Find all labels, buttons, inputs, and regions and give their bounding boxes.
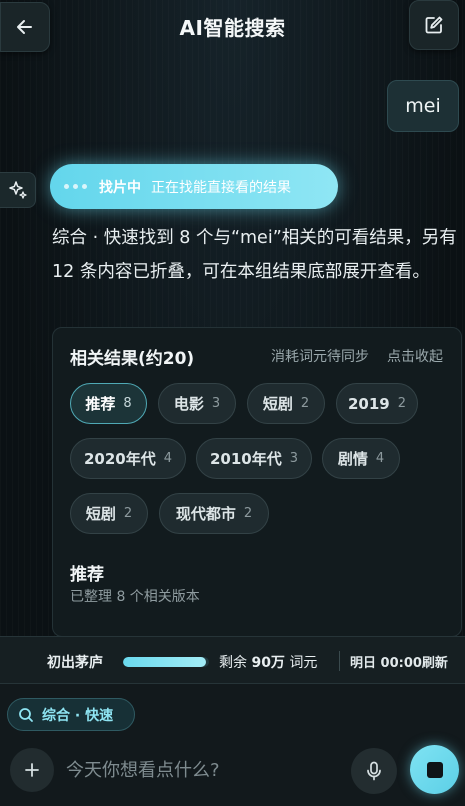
edit-icon	[425, 16, 443, 34]
search-mode-label: 综合 · 快速	[42, 707, 114, 724]
filter-chip-2010s[interactable]: 2010年代 3	[196, 438, 312, 479]
search-status-pill: 找片中 正在找能直接看的结果	[50, 164, 338, 209]
chip-count: 2	[243, 506, 253, 521]
voice-input-button[interactable]	[351, 748, 397, 794]
filter-chip-drama[interactable]: 剧情 4	[322, 438, 400, 479]
filter-chip-short-drama-2[interactable]: 短剧 2	[70, 493, 148, 534]
chip-label: 剧情	[337, 450, 368, 468]
ai-avatar	[0, 172, 36, 208]
chip-label: 2019	[347, 394, 390, 413]
remain-unit: 词元	[289, 655, 318, 671]
filter-chip-short-drama[interactable]: 短剧 2	[247, 383, 325, 424]
search-mode-chip[interactable]: 综合 · 快速	[7, 698, 135, 731]
token-sync-note: 消耗词元待同步	[271, 349, 369, 365]
section-title: 推荐	[70, 565, 104, 585]
header: AI智能搜索	[0, 0, 465, 54]
chip-label: 短剧	[262, 395, 293, 413]
chip-count: 4	[375, 451, 385, 466]
chip-count: 2	[300, 396, 310, 411]
input-area: 综合 · 快速	[0, 684, 465, 806]
stop-icon	[426, 761, 443, 778]
chip-label: 现代都市	[175, 505, 236, 523]
chip-label: 电影	[173, 395, 204, 413]
quota-bar: 初出茅庐 剩余 90万 词元 明日 00:00刷新	[0, 636, 465, 684]
sparkle-icon	[8, 181, 27, 199]
status-main-text: 找片中	[99, 179, 141, 196]
search-icon	[19, 707, 33, 722]
chip-count: 2	[123, 506, 133, 521]
divider	[339, 651, 340, 671]
page-title: AI智能搜索	[179, 16, 286, 40]
user-message-bubble: mei	[387, 80, 459, 132]
results-card: 相关结果(约20) 消耗词元待同步 点击收起 推荐 8 电影 3 短剧 2 20…	[52, 327, 462, 637]
chip-label: 推荐	[85, 395, 116, 413]
chip-label: 短剧	[85, 505, 116, 523]
microphone-icon	[367, 761, 381, 781]
chip-count: 8	[123, 396, 132, 411]
add-button[interactable]	[10, 748, 54, 792]
remain-prefix: 剩余	[219, 655, 247, 671]
collapse-button[interactable]: 点击收起	[387, 346, 443, 366]
quota-reset-note: 明日 00:00刷新	[350, 656, 448, 671]
filter-chip-2020s[interactable]: 2020年代 4	[70, 438, 186, 479]
chip-count: 3	[211, 396, 221, 411]
section-subtitle: 已整理 8 个相关版本	[70, 589, 200, 605]
chip-count: 3	[289, 451, 299, 466]
message-input[interactable]	[66, 750, 336, 790]
chip-label: 2010年代	[209, 450, 282, 468]
answer-summary: 综合 · 快速找到 8 个与“mei”相关的可看结果，另有 12 条内容已折叠，…	[52, 228, 457, 282]
remain-amount: 90万	[251, 655, 285, 671]
chip-label: 2020年代	[83, 450, 156, 468]
results-title: 相关结果(约20)	[70, 349, 195, 369]
chip-count: 4	[163, 451, 173, 466]
filter-chip-movie[interactable]: 电影 3	[158, 383, 236, 424]
loading-dots-icon	[64, 184, 87, 189]
new-chat-button[interactable]	[409, 0, 459, 50]
filter-chip-recommend[interactable]: 推荐 8	[70, 383, 147, 424]
filter-chip-2019[interactable]: 2019 2	[336, 383, 418, 424]
quota-progress-fill	[123, 657, 207, 667]
status-sub-text: 正在找能直接看的结果	[151, 179, 291, 196]
user-level: 初出茅庐	[47, 655, 103, 671]
filter-chip-modern-urban[interactable]: 现代都市 2	[159, 493, 269, 534]
quota-progress-track	[123, 657, 209, 667]
chip-count: 2	[397, 396, 407, 411]
stop-button[interactable]	[410, 745, 459, 794]
quota-remaining: 剩余 90万 词元	[219, 652, 317, 672]
plus-icon	[25, 763, 39, 777]
